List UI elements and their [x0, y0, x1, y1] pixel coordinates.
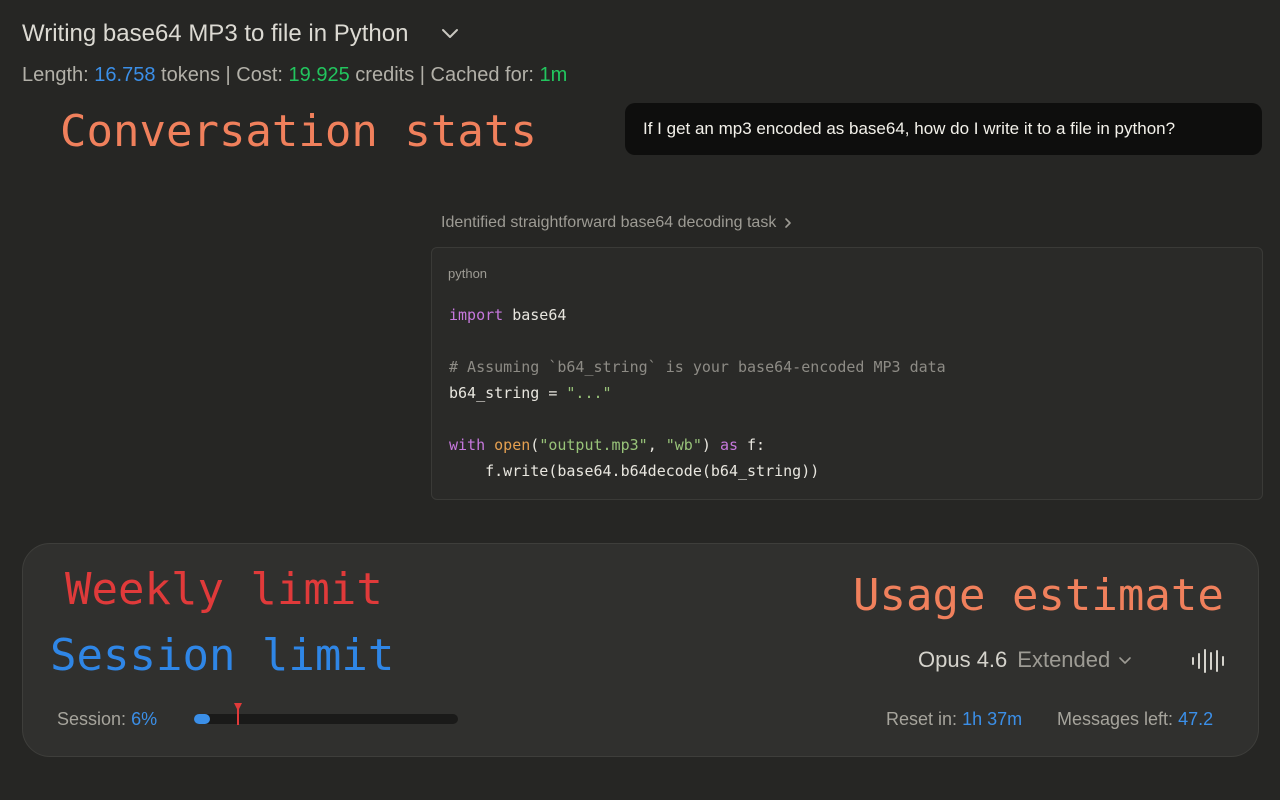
code-keyword: import	[449, 306, 504, 324]
messages-left: Messages left: 47.2	[1057, 709, 1213, 730]
model-selector[interactable]: Opus 4.6 Extended	[918, 647, 1132, 673]
cached-label: Cached for:	[430, 64, 534, 86]
model-mode[interactable]: Extended	[1017, 647, 1110, 673]
code-function: open	[494, 436, 531, 454]
code-language-label: python	[448, 266, 488, 281]
conversation-header: Writing base64 MP3 to file in Python	[22, 20, 462, 48]
cached-value: 1m	[539, 64, 568, 86]
code-text: f:	[738, 436, 766, 454]
conversation-stats: Length: 16.758 tokens | Cost: 19.925 cre…	[22, 64, 567, 87]
code-text: (	[530, 436, 540, 454]
chevron-down-icon	[442, 29, 459, 38]
user-message: If I get an mp3 encoded as base64, how d…	[625, 103, 1262, 155]
thinking-summary[interactable]: Identified straightforward base64 decodi…	[441, 214, 792, 232]
conversation-title[interactable]: Writing base64 MP3 to file in Python	[22, 20, 408, 48]
annotation-usage-estimate: Usage estimate	[853, 570, 1224, 621]
thinking-summary-text: Identified straightforward base64 decodi…	[441, 214, 777, 231]
length-value: 16.758	[94, 64, 156, 86]
code-string: "..."	[566, 384, 612, 402]
stats-separator: |	[225, 64, 231, 86]
session-label: Session:	[57, 709, 127, 729]
cost-unit: credits	[355, 64, 415, 86]
chevron-down-icon	[1119, 657, 1132, 664]
session-usage: Session: 6%	[57, 709, 157, 730]
annotation-conversation-stats: Conversation stats	[60, 106, 537, 157]
session-value: 6%	[131, 709, 158, 729]
model-name: Opus 4.6	[918, 647, 1008, 672]
messages-label: Messages left:	[1057, 709, 1174, 729]
stats-separator: |	[419, 64, 425, 86]
code-string: "output.mp3"	[539, 436, 648, 454]
cost-label: Cost:	[236, 64, 283, 86]
code-keyword: as	[719, 436, 738, 454]
code-line: import base64	[449, 306, 566, 324]
code-text: b64_string =	[449, 384, 567, 402]
code-line: with open("output.mp3", "wb") as f:	[449, 436, 765, 454]
annotation-weekly-limit: Weekly limit	[65, 564, 383, 615]
code-block: python import base64 # Assuming `b64_str…	[431, 247, 1263, 500]
voice-mode-button[interactable]	[1190, 648, 1226, 674]
messages-value: 47.2	[1178, 709, 1214, 729]
reset-timer: Reset in: 1h 37m	[886, 709, 1022, 730]
code-string: "wb"	[665, 436, 702, 454]
reset-label: Reset in:	[886, 709, 958, 729]
code-content: import base64 # Assuming `b64_string` is…	[449, 302, 946, 484]
code-text: ,	[647, 436, 666, 454]
code-line: f.write(base64.b64decode(b64_string))	[449, 462, 820, 480]
length-unit: tokens	[161, 64, 220, 86]
triangle-marker-icon	[233, 703, 242, 725]
code-text: base64	[503, 306, 567, 324]
user-message-text: If I get an mp3 encoded as base64, how d…	[643, 119, 1176, 138]
code-text: )	[701, 436, 720, 454]
title-dropdown-button[interactable]	[438, 22, 462, 46]
session-progress-fill	[194, 714, 210, 724]
cost-value: 19.925	[288, 64, 350, 86]
audio-waveform-icon	[1192, 649, 1224, 673]
code-line: b64_string = "..."	[449, 384, 612, 402]
reset-value: 1h 37m	[962, 709, 1023, 729]
code-keyword: with	[449, 436, 486, 454]
code-comment: # Assuming `b64_string` is your base64-e…	[449, 358, 946, 376]
annotation-session-limit: Session limit	[50, 630, 395, 681]
length-label: Length:	[22, 64, 89, 86]
chevron-right-icon	[785, 218, 792, 228]
